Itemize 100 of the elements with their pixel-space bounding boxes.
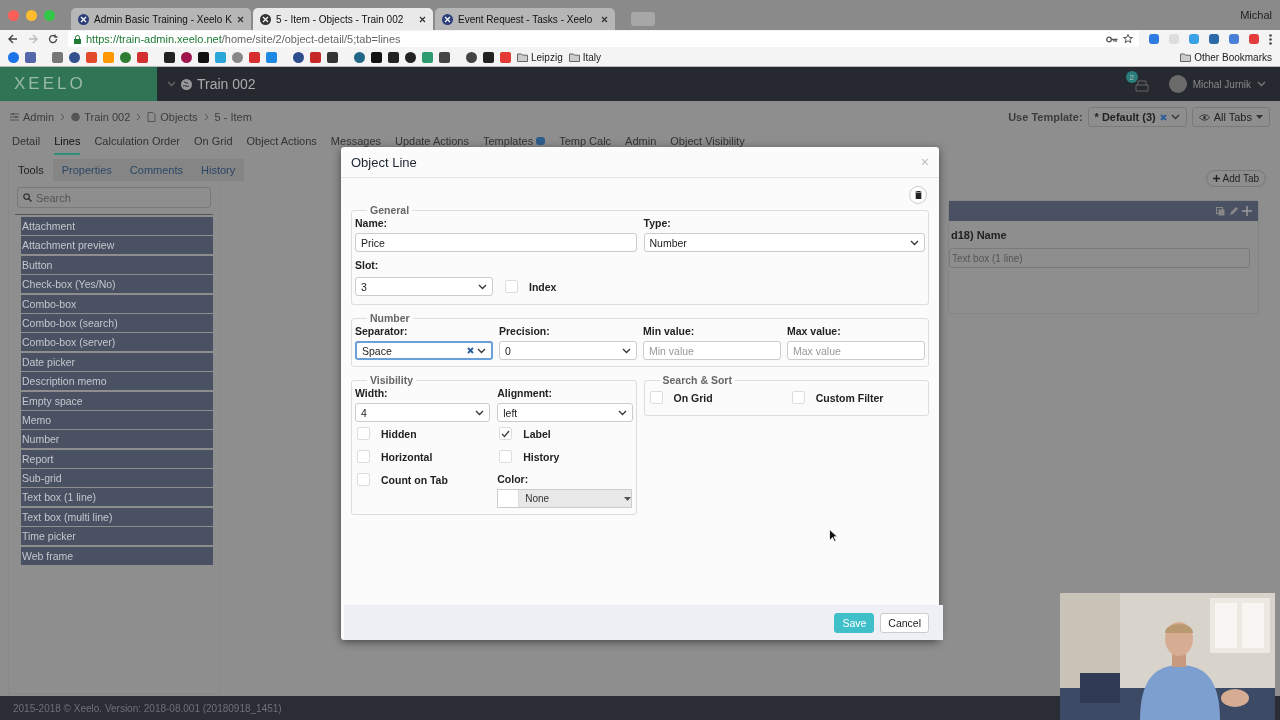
input-field[interactable]: Max value bbox=[787, 341, 925, 360]
tool-item[interactable]: Memo bbox=[21, 410, 213, 429]
cancel-button[interactable]: Cancel bbox=[880, 612, 929, 633]
tab[interactable]: Comments bbox=[120, 159, 192, 181]
star-icon[interactable] bbox=[1123, 34, 1133, 44]
address-bar[interactable]: https://train-admin.xeelo.net/home/site/2/object-detail/5;tab=lines bbox=[68, 31, 1139, 47]
tool-item[interactable]: Report bbox=[21, 449, 213, 468]
menu-icon[interactable] bbox=[1269, 33, 1272, 45]
tool-item[interactable]: Attachment preview bbox=[21, 236, 213, 255]
bookmark-icon[interactable] bbox=[439, 51, 450, 63]
bookmark-icon[interactable] bbox=[198, 51, 209, 63]
tool-item[interactable]: Button bbox=[21, 255, 213, 274]
select-field[interactable]: Space bbox=[355, 341, 493, 360]
tab[interactable]: Messages bbox=[330, 133, 381, 155]
delete-button[interactable] bbox=[909, 186, 927, 204]
tool-item[interactable]: Attachment bbox=[21, 217, 213, 235]
tool-item[interactable]: Description memo bbox=[21, 372, 213, 391]
breadcrumb-link[interactable]: Admin bbox=[23, 111, 55, 123]
user-name[interactable]: Michal Jurnik bbox=[1192, 78, 1251, 90]
tab[interactable]: Tools bbox=[9, 159, 53, 181]
tab[interactable]: Detail bbox=[12, 133, 41, 155]
bookmark-icon[interactable] bbox=[388, 51, 399, 63]
select-field[interactable]: Number bbox=[643, 233, 925, 252]
tool-item[interactable]: Date picker bbox=[21, 352, 213, 371]
tab[interactable]: On Grid bbox=[194, 133, 233, 155]
color-picker[interactable]: None bbox=[497, 489, 633, 508]
input-field[interactable]: Min value bbox=[643, 341, 781, 360]
select-field[interactable]: 0 bbox=[499, 341, 637, 360]
tab[interactable]: Update Actions bbox=[395, 133, 469, 155]
checkbox[interactable] bbox=[791, 391, 805, 404]
tab[interactable]: Object Visibility bbox=[670, 133, 745, 155]
browser-tab[interactable]: Event Request - Tasks - Xeelo bbox=[435, 8, 615, 30]
checkbox[interactable] bbox=[499, 427, 513, 440]
bookmark-icon[interactable] bbox=[483, 51, 494, 63]
bookmark-folder[interactable]: Other Bookmarks bbox=[1180, 51, 1272, 63]
key-icon[interactable] bbox=[1106, 35, 1118, 43]
bookmark-icon[interactable] bbox=[293, 51, 304, 63]
tool-item[interactable]: Sub-grid bbox=[21, 469, 213, 488]
checkbox[interactable] bbox=[505, 280, 518, 293]
bookmark-icon[interactable] bbox=[371, 51, 382, 63]
bookmark-folder[interactable]: Leipzig bbox=[517, 51, 563, 63]
clear-icon[interactable] bbox=[467, 347, 474, 354]
template-select[interactable]: * Default (3) bbox=[1087, 107, 1187, 127]
reload-icon[interactable] bbox=[48, 34, 58, 44]
close-icon[interactable] bbox=[601, 15, 608, 23]
browser-tab[interactable]: 5 - Item - Objects - Train 002 bbox=[253, 8, 433, 30]
tool-item[interactable]: Check-box (Yes/No) bbox=[21, 275, 213, 294]
breadcrumb-link[interactable]: Objects bbox=[160, 111, 198, 123]
profile-name[interactable]: Michal bbox=[1240, 9, 1280, 21]
tool-item[interactable]: Time picker bbox=[21, 527, 213, 546]
bookmark-icon[interactable] bbox=[327, 51, 338, 63]
inbox-icon[interactable] bbox=[1134, 80, 1149, 92]
close-icon[interactable] bbox=[237, 15, 244, 23]
tab[interactable]: Admin bbox=[625, 133, 657, 155]
tab[interactable]: Object Actions bbox=[246, 133, 317, 155]
tool-item[interactable]: Text box (multi line) bbox=[21, 507, 213, 526]
close-icon[interactable] bbox=[419, 15, 426, 23]
tool-item[interactable]: Combo-box (server) bbox=[21, 333, 213, 352]
field-label: Precision: bbox=[499, 325, 550, 337]
chevron-icon bbox=[617, 409, 627, 416]
bookmark-icon[interactable] bbox=[69, 51, 80, 63]
tab[interactable]: Calculation Order bbox=[94, 133, 180, 155]
browser-tab[interactable]: Admin Basic Training - Xeelo K bbox=[71, 8, 251, 30]
tool-item[interactable]: Combo-box (search) bbox=[21, 313, 213, 332]
bookmark-icon[interactable] bbox=[405, 51, 416, 63]
checkbox[interactable] bbox=[357, 473, 370, 486]
tab[interactable]: History bbox=[192, 159, 245, 181]
tool-item[interactable]: Text box (1 line) bbox=[21, 488, 213, 507]
back-icon[interactable] bbox=[8, 34, 18, 44]
section-legend: Number bbox=[367, 312, 413, 324]
checkbox[interactable] bbox=[357, 450, 370, 463]
tab[interactable]: Lines bbox=[54, 133, 81, 155]
checkbox[interactable] bbox=[357, 427, 370, 440]
view-dropdown[interactable]: All Tabs bbox=[1191, 107, 1270, 127]
bookmark-folder[interactable]: Italy bbox=[568, 51, 602, 63]
add-tab-button[interactable]: Add Tab bbox=[1206, 170, 1266, 187]
breadcrumb-link[interactable]: Train 002 bbox=[84, 111, 131, 123]
copy-icon[interactable] bbox=[1216, 206, 1225, 216]
select-field[interactable]: left bbox=[497, 403, 633, 422]
tab[interactable]: Temp Calc bbox=[559, 133, 612, 155]
tool-item[interactable]: Combo-box bbox=[21, 294, 213, 313]
pencil-icon[interactable] bbox=[1229, 206, 1238, 216]
tool-item[interactable]: Number bbox=[21, 430, 213, 449]
tool-item[interactable]: Empty space bbox=[21, 391, 213, 410]
select-field[interactable]: 4 bbox=[355, 403, 491, 422]
tool-item[interactable]: Web frame bbox=[21, 546, 213, 565]
chevron-icon bbox=[203, 113, 209, 121]
site-name[interactable]: Train 002 bbox=[197, 76, 256, 92]
avatar[interactable] bbox=[1168, 75, 1187, 93]
checkbox[interactable] bbox=[649, 391, 663, 404]
bookmark-icon[interactable] bbox=[164, 51, 175, 63]
cursor-icon bbox=[829, 529, 838, 542]
tab[interactable]: Properties bbox=[52, 159, 121, 181]
checkbox[interactable] bbox=[499, 450, 513, 463]
select-field[interactable]: 3 bbox=[355, 277, 493, 296]
bookmark-icon[interactable] bbox=[181, 51, 192, 63]
text-field[interactable]: Price bbox=[355, 233, 637, 252]
bookmark-icon[interactable] bbox=[466, 51, 477, 63]
breadcrumb-link[interactable]: 5 - Item bbox=[214, 111, 252, 123]
logo[interactable]: XEELO bbox=[0, 67, 157, 101]
